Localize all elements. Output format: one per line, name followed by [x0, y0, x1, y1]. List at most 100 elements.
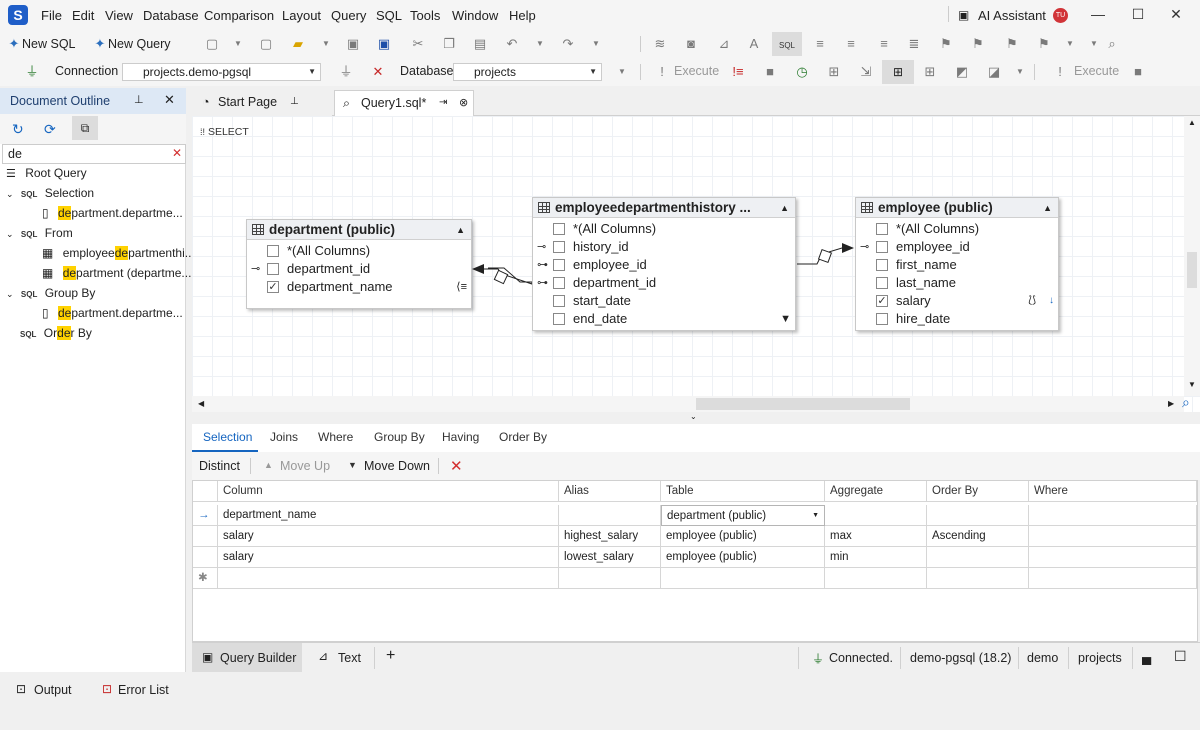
menu-database[interactable]: Database — [143, 8, 199, 23]
maximize-icon[interactable]: ☐ — [1128, 6, 1148, 24]
diagram-toggle-icon[interactable]: ⊞ — [882, 60, 914, 84]
scrollbar-thumb[interactable] — [1187, 252, 1197, 288]
menu-query[interactable]: Query — [331, 8, 366, 23]
checkbox[interactable] — [876, 241, 888, 253]
table-cell[interactable]: employee (public) — [661, 547, 825, 568]
tab-query1[interactable]: ⌕ Query1.sql* ⇥ ⊗ — [334, 90, 474, 116]
dropdown-arrow-icon[interactable]: ▼ — [318, 36, 334, 52]
paste-icon[interactable]: ▤ — [472, 36, 488, 52]
tab-selection[interactable]: Selection — [203, 430, 252, 444]
column-row[interactable]: start_date — [533, 292, 795, 310]
checkbox[interactable] — [267, 263, 279, 275]
collapse-icon[interactable]: ▲ — [780, 198, 789, 217]
table-cell[interactable] — [661, 568, 825, 589]
plug-icon[interactable]: ⏚ — [338, 64, 354, 80]
table-cell[interactable] — [927, 505, 1029, 526]
tab-order-by[interactable]: Order By — [499, 430, 547, 444]
table-cell[interactable]: salary — [218, 526, 559, 547]
entity-department[interactable]: department (public) ▲ *(All Columns) ⊸ de… — [246, 219, 472, 309]
table-cell[interactable]: employee (public) — [661, 526, 825, 547]
column-row[interactable]: end_date ▼ — [533, 310, 795, 328]
collapse-icon[interactable]: ▲ — [1043, 198, 1052, 217]
sync-icon[interactable]: ⟳ — [44, 121, 56, 138]
column-row[interactable]: ⊶ department_id — [533, 274, 795, 292]
layout-icon[interactable]: ⊞ — [922, 64, 938, 80]
error-list-tab[interactable]: Error List — [118, 683, 169, 697]
connect-icon[interactable]: ⏚ — [24, 64, 40, 80]
open-folder-icon[interactable]: ▰ — [290, 36, 306, 52]
connection-select[interactable]: projects.demo-pgsql ▼ — [122, 63, 321, 81]
chart-icon[interactable]: ⊿ — [716, 36, 732, 52]
query-builder-view-button[interactable]: ▣ Query Builder — [192, 643, 302, 673]
table-cell[interactable] — [1029, 568, 1197, 589]
checkbox[interactable]: ✓ — [876, 295, 888, 307]
horizontal-scrollbar[interactable]: ◀ ▶ — [192, 396, 1184, 412]
clear-search-icon[interactable]: ✕ — [172, 146, 182, 160]
new-sql-button[interactable]: New SQL — [22, 37, 76, 51]
cut-icon[interactable]: ✂ — [410, 36, 426, 52]
grid-header-where[interactable]: Where — [1029, 481, 1197, 502]
prev-bookmark-icon[interactable]: ⚑ — [1004, 36, 1020, 52]
checkbox[interactable] — [876, 259, 888, 271]
table-cell[interactable] — [927, 568, 1029, 589]
align-icon[interactable]: ≡ — [876, 36, 892, 52]
dropdown-arrow-icon[interactable]: ▼ — [1012, 64, 1028, 80]
scroll-left-icon[interactable]: ◀ — [198, 399, 204, 408]
table-cell[interactable] — [218, 568, 559, 589]
entity-header[interactable]: department (public) ▲ — [247, 220, 471, 240]
sql-toggle-icon[interactable]: SQL — [772, 32, 802, 56]
dropdown-arrow-icon[interactable]: ▼ — [1086, 36, 1102, 52]
collapse-chevron-icon[interactable]: ⌄ — [6, 229, 14, 239]
collapse-icon[interactable]: ▲ — [456, 220, 465, 239]
table-cell[interactable] — [559, 568, 661, 589]
execute-button[interactable]: Execute — [674, 64, 719, 78]
save-icon[interactable]: ▣ — [345, 36, 361, 52]
scroll-up-icon[interactable]: ▲ — [1188, 118, 1196, 127]
table-cell[interactable] — [1029, 547, 1197, 568]
tab-group-by[interactable]: Group By — [374, 430, 425, 444]
table-cell[interactable]: min — [825, 547, 927, 568]
profiler-icon[interactable]: ⊞ — [826, 64, 842, 80]
pin-icon[interactable]: ⊥ — [290, 90, 299, 114]
grid-header-alias[interactable]: Alias — [559, 481, 661, 502]
table-cell[interactable] — [825, 568, 927, 589]
menu-tools[interactable]: Tools — [410, 8, 440, 23]
pin-icon[interactable]: ⊥ — [134, 93, 144, 106]
checkbox[interactable] — [553, 295, 565, 307]
table-select-cell[interactable]: department (public) ▼ — [661, 505, 825, 526]
save-all-icon[interactable]: ▣ — [376, 36, 392, 52]
collapse-icon[interactable]: ⧉ — [72, 116, 98, 140]
copy-icon[interactable]: ❐ — [441, 36, 457, 52]
checkbox[interactable] — [553, 259, 565, 271]
user-avatar[interactable]: TU — [1053, 8, 1068, 23]
move-down-button[interactable]: Move Down — [364, 459, 430, 473]
menu-view[interactable]: View — [105, 8, 133, 23]
entity-employee[interactable]: employee (public) ▲ *(All Columns) ⊸ empl… — [855, 197, 1059, 331]
tree-from-item[interactable]: ▦ employeedepartmenthi... — [42, 244, 195, 262]
grid-header-order-by[interactable]: Order By — [927, 481, 1029, 502]
checkbox[interactable] — [876, 223, 888, 235]
column-row[interactable]: first_name — [856, 256, 1058, 274]
clear-bookmark-icon[interactable]: ⚑ — [1036, 36, 1052, 52]
fullscreen-icon[interactable]: ☐ — [1174, 648, 1187, 665]
table-cell[interactable] — [927, 547, 1029, 568]
checkbox[interactable] — [553, 223, 565, 235]
column-row[interactable]: *(All Columns) — [533, 220, 795, 238]
redo-icon[interactable]: ↷ — [560, 36, 576, 52]
table-cell[interactable] — [559, 505, 661, 526]
selection-grid[interactable]: Column Alias Table Aggregate Order By Wh… — [192, 480, 1198, 642]
tab-having[interactable]: Having — [442, 430, 479, 444]
minimize-icon[interactable]: — — [1088, 6, 1108, 24]
entity-employeedepartmenthistory[interactable]: employeedepartmenthistory ... ▲ *(All Co… — [532, 197, 796, 331]
dropdown-arrow-icon[interactable]: ▼ — [1062, 36, 1078, 52]
text-case-icon[interactable]: A — [746, 36, 762, 52]
chevron-down-icon[interactable]: ▼ — [812, 506, 819, 525]
ai-assistant-button[interactable]: AI Assistant — [978, 8, 1046, 23]
stop-icon[interactable]: ■ — [1130, 64, 1146, 80]
new-document-icon[interactable]: ▢ — [204, 36, 220, 52]
column-row[interactable]: ⊸ history_id — [533, 238, 795, 256]
grid-header-table[interactable]: Table — [661, 481, 825, 502]
history-icon[interactable]: ◷ — [794, 64, 810, 80]
undo-icon[interactable]: ↶ — [504, 36, 520, 52]
table-cell[interactable]: salary — [218, 547, 559, 568]
